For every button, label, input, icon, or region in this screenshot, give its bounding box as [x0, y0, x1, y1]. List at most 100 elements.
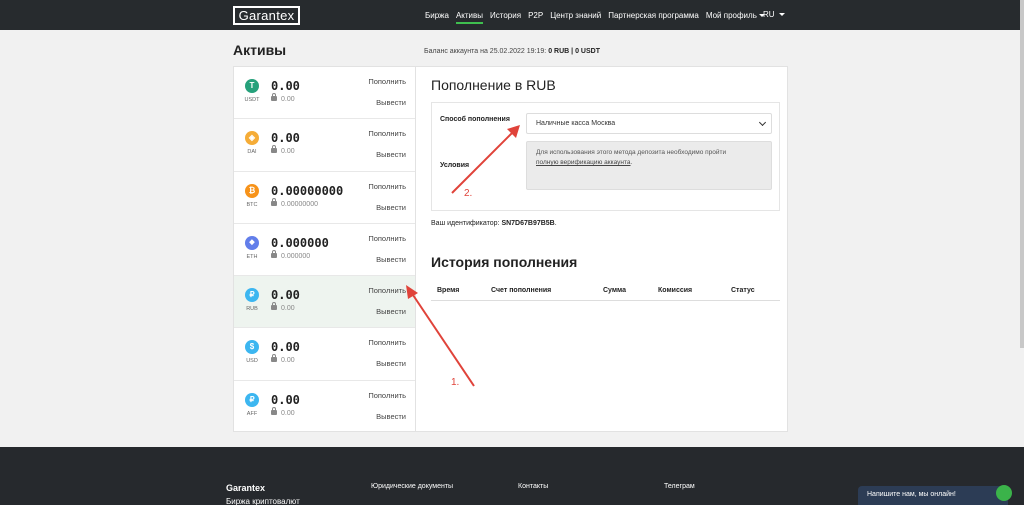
- asset-locked-value: 0.00: [281, 305, 295, 313]
- asset-row-dai[interactable]: ◈ DAI 0.00 0.00 Пополнить Вывести: [234, 119, 415, 172]
- lock-icon: [271, 145, 277, 154]
- footer-brand: Garantex: [226, 483, 266, 493]
- deposit-link[interactable]: Пополнить: [368, 129, 406, 138]
- identifier-label: Ваш идентификатор:: [431, 220, 500, 227]
- asset-amount: 0.00: [271, 392, 300, 407]
- withdraw-link[interactable]: Вывести: [376, 307, 406, 316]
- column-account: Счет пополнения: [491, 287, 552, 294]
- conditions-end: .: [630, 159, 633, 166]
- asset-locked-value: 0.00: [281, 96, 295, 103]
- asset-locked-value: 0.00: [281, 148, 295, 156]
- asset-row-usd[interactable]: $ USD 0.00 0.00 Пополнить Вывести: [234, 328, 415, 381]
- asset-locked-value: 0.00: [281, 409, 295, 417]
- balance-prefix: Баланс аккаунта на 25.02.2022 19:19:: [424, 48, 547, 55]
- deposit-panel: Пополнение в RUB Способ пополнения Налич…: [416, 66, 788, 432]
- balance-usdt: 0 USDT: [575, 48, 600, 55]
- footer-contacts[interactable]: Контакты: [518, 483, 548, 490]
- withdraw-link[interactable]: Вывести: [376, 98, 406, 107]
- asset-ticker: USDT: [244, 97, 260, 103]
- nav-p2p[interactable]: P2P: [528, 11, 543, 20]
- history-table-header: Время Счет пополнения Сумма Комиссия Ста…: [431, 281, 780, 301]
- column-status: Статус: [731, 287, 755, 294]
- deposit-link[interactable]: Пополнить: [368, 234, 406, 243]
- deposit-form: Способ пополнения Наличные касса Москва …: [431, 102, 780, 211]
- verification-link[interactable]: полную верификацию аккаунта: [536, 159, 631, 166]
- footer-telegram[interactable]: Телеграм: [664, 483, 695, 490]
- nav-knowledge-center[interactable]: Центр знаний: [550, 11, 601, 20]
- conditions-text: Для использования этого метода депозита …: [536, 149, 727, 156]
- online-status-icon: [996, 485, 1012, 501]
- lock-icon: [271, 406, 277, 415]
- main-nav: Биржа Активы История P2P Центр знаний Па…: [425, 0, 772, 30]
- withdraw-link[interactable]: Вывести: [376, 412, 406, 421]
- footer-legal-docs[interactable]: Юридические документы: [371, 483, 453, 490]
- asset-locked: 0.00000000: [271, 197, 318, 208]
- asset-ticker: DAI: [247, 149, 257, 156]
- assets-list: T USDT 0.00 0.00 Пополнить Вывести ◈ DAI…: [233, 66, 416, 432]
- lock-icon: [271, 302, 277, 311]
- footer-subtitle: Биржа криптовалют: [226, 497, 300, 505]
- deposit-link[interactable]: Пополнить: [368, 338, 406, 347]
- withdraw-link[interactable]: Вывести: [376, 359, 406, 368]
- account-balance: Баланс аккаунта на 25.02.2022 19:19: 0 R…: [424, 48, 600, 55]
- asset-row-usdt[interactable]: T USDT 0.00 0.00 Пополнить Вывести: [234, 67, 415, 120]
- lock-icon: [271, 354, 277, 363]
- asset-locked-value: 0.00: [281, 357, 295, 365]
- withdraw-link[interactable]: Вывести: [376, 203, 406, 212]
- identifier-value: SN7D67B97B5B: [501, 220, 555, 227]
- nav-history[interactable]: История: [490, 11, 521, 20]
- chat-widget[interactable]: Напишите нам, мы онлайн!: [858, 485, 1012, 505]
- user-identifier: Ваш идентификатор: SN7D67B97B5B.: [431, 220, 557, 227]
- asset-amount: 0.00000000: [271, 183, 344, 198]
- lock-icon: [271, 197, 277, 206]
- deposit-link[interactable]: Пополнить: [368, 286, 406, 295]
- btc-icon: ₿: [245, 183, 259, 198]
- nav-exchange[interactable]: Биржа: [425, 11, 449, 20]
- asset-locked: 0.00: [271, 354, 295, 365]
- asset-locked-value: 0.000000: [281, 252, 311, 260]
- aff-icon: ₽: [245, 392, 259, 407]
- asset-locked: 0.00: [271, 302, 295, 313]
- asset-ticker: AFF: [246, 410, 258, 417]
- deposit-link[interactable]: Пополнить: [368, 182, 406, 191]
- asset-row-aff[interactable]: ₽ AFF 0.00 0.00 Пополнить Вывести: [234, 381, 415, 433]
- asset-amount: 0.00: [271, 131, 300, 146]
- history-title: История пополнения: [431, 254, 578, 270]
- annotation-step2-label: 2.: [464, 188, 473, 199]
- asset-amount: 0.00: [271, 288, 300, 303]
- asset-locked: 0.00: [271, 145, 295, 156]
- column-time: Время: [437, 287, 460, 294]
- chevron-down-icon: [778, 13, 785, 17]
- eth-icon: ◆: [245, 235, 259, 250]
- identifier-end: .: [554, 220, 557, 227]
- column-commission: Комиссия: [658, 287, 693, 294]
- withdraw-link[interactable]: Вывести: [376, 150, 406, 159]
- page-scrollbar[interactable]: [1020, 0, 1024, 348]
- column-amount: Сумма: [603, 287, 627, 294]
- deposit-link[interactable]: Пополнить: [368, 391, 406, 400]
- deposit-link[interactable]: Пополнить: [368, 77, 406, 86]
- asset-amount: 0.00: [271, 340, 300, 355]
- withdraw-link[interactable]: Вывести: [376, 255, 406, 264]
- conditions-box: Для использования этого метода депозита …: [526, 141, 772, 190]
- lock-icon: [271, 93, 277, 101]
- language-selector[interactable]: RU: [763, 10, 785, 19]
- asset-ticker: ETH: [246, 253, 258, 260]
- asset-row-btc[interactable]: ₿ BTC 0.00000000 0.00000000 Пополнить Вы…: [234, 172, 415, 224]
- my-profile-label: Мой профиль: [705, 10, 757, 20]
- nav-partner-program[interactable]: Партнерская программа: [608, 11, 699, 20]
- dai-icon: ◈: [245, 131, 259, 146]
- lock-icon: [271, 249, 277, 258]
- nav-my-profile[interactable]: Мой профиль: [706, 11, 765, 20]
- nav-assets[interactable]: Активы: [455, 11, 484, 24]
- asset-row-rub[interactable]: ₽ RUB 0.00 0.00 Пополнить Вывести: [234, 276, 415, 329]
- deposit-method-value: Наличные касса Москва: [536, 120, 616, 127]
- deposit-method-select[interactable]: Наличные касса Москва: [526, 113, 772, 134]
- garantex-logo[interactable]: Garantex: [233, 6, 300, 25]
- page-title: Активы: [233, 42, 287, 58]
- balance-rub: 0 RUB: [548, 48, 570, 55]
- method-label: Способ пополнения: [440, 116, 510, 123]
- asset-row-eth[interactable]: ◆ ETH 0.000000 0.000000 Пополнить Вывест…: [234, 224, 415, 277]
- chevron-down-icon: [758, 118, 767, 127]
- chat-label: Напишите нам, мы онлайн!: [867, 491, 956, 498]
